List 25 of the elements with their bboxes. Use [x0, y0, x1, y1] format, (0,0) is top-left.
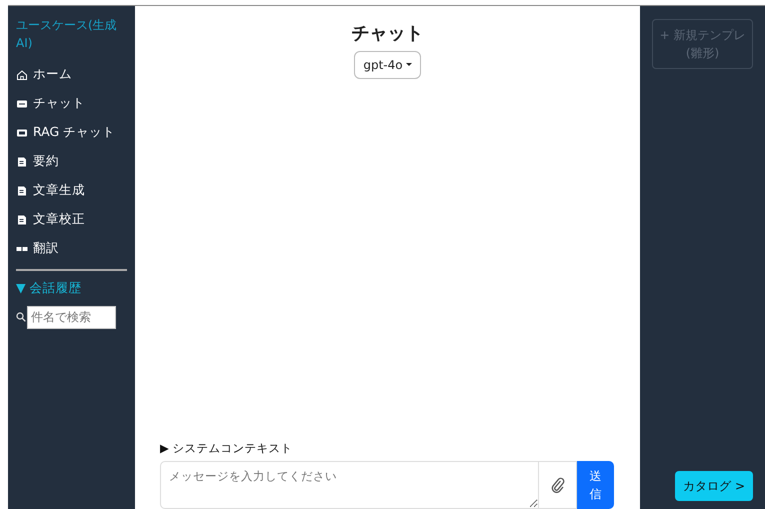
document-icon — [16, 156, 28, 168]
paperclip-icon — [550, 477, 564, 493]
page-title: チャット — [352, 22, 424, 46]
sidebar-item[interactable]: 翻訳 — [16, 234, 127, 263]
sidebar-item[interactable]: 文章生成 — [16, 176, 127, 205]
document-icon — [16, 214, 28, 226]
message-icon — [16, 98, 28, 110]
sidebar-title: ユースケース(生成AI) — [16, 17, 118, 52]
catalog-button[interactable]: カタログ > — [675, 471, 753, 501]
sidebar-item[interactable]: 要約 — [16, 147, 127, 176]
document-icon — [16, 184, 28, 196]
search-icon — [16, 312, 26, 322]
message-icon — [16, 126, 28, 138]
sidebar-item[interactable]: 文章校正 — [16, 205, 127, 234]
model-dropdown[interactable]: gpt-4o — [354, 51, 421, 79]
attach-button[interactable] — [539, 461, 577, 509]
home-icon — [16, 68, 28, 80]
sidebar-item[interactable]: チャット — [16, 89, 127, 118]
message-field[interactable]: メッセージを入力してください — [160, 461, 539, 509]
system-context-toggle[interactable]: ▶ システムコンテキスト — [160, 440, 614, 457]
sidebar-item[interactable]: RAG チャット — [16, 118, 127, 147]
search-field[interactable]: 件名で検索 — [27, 306, 116, 329]
history-toggle[interactable]: ▼ 会話履歴 — [16, 279, 127, 298]
sidebar-item[interactable]: ホーム — [16, 60, 127, 89]
send-button[interactable]: 送信 — [577, 461, 614, 509]
